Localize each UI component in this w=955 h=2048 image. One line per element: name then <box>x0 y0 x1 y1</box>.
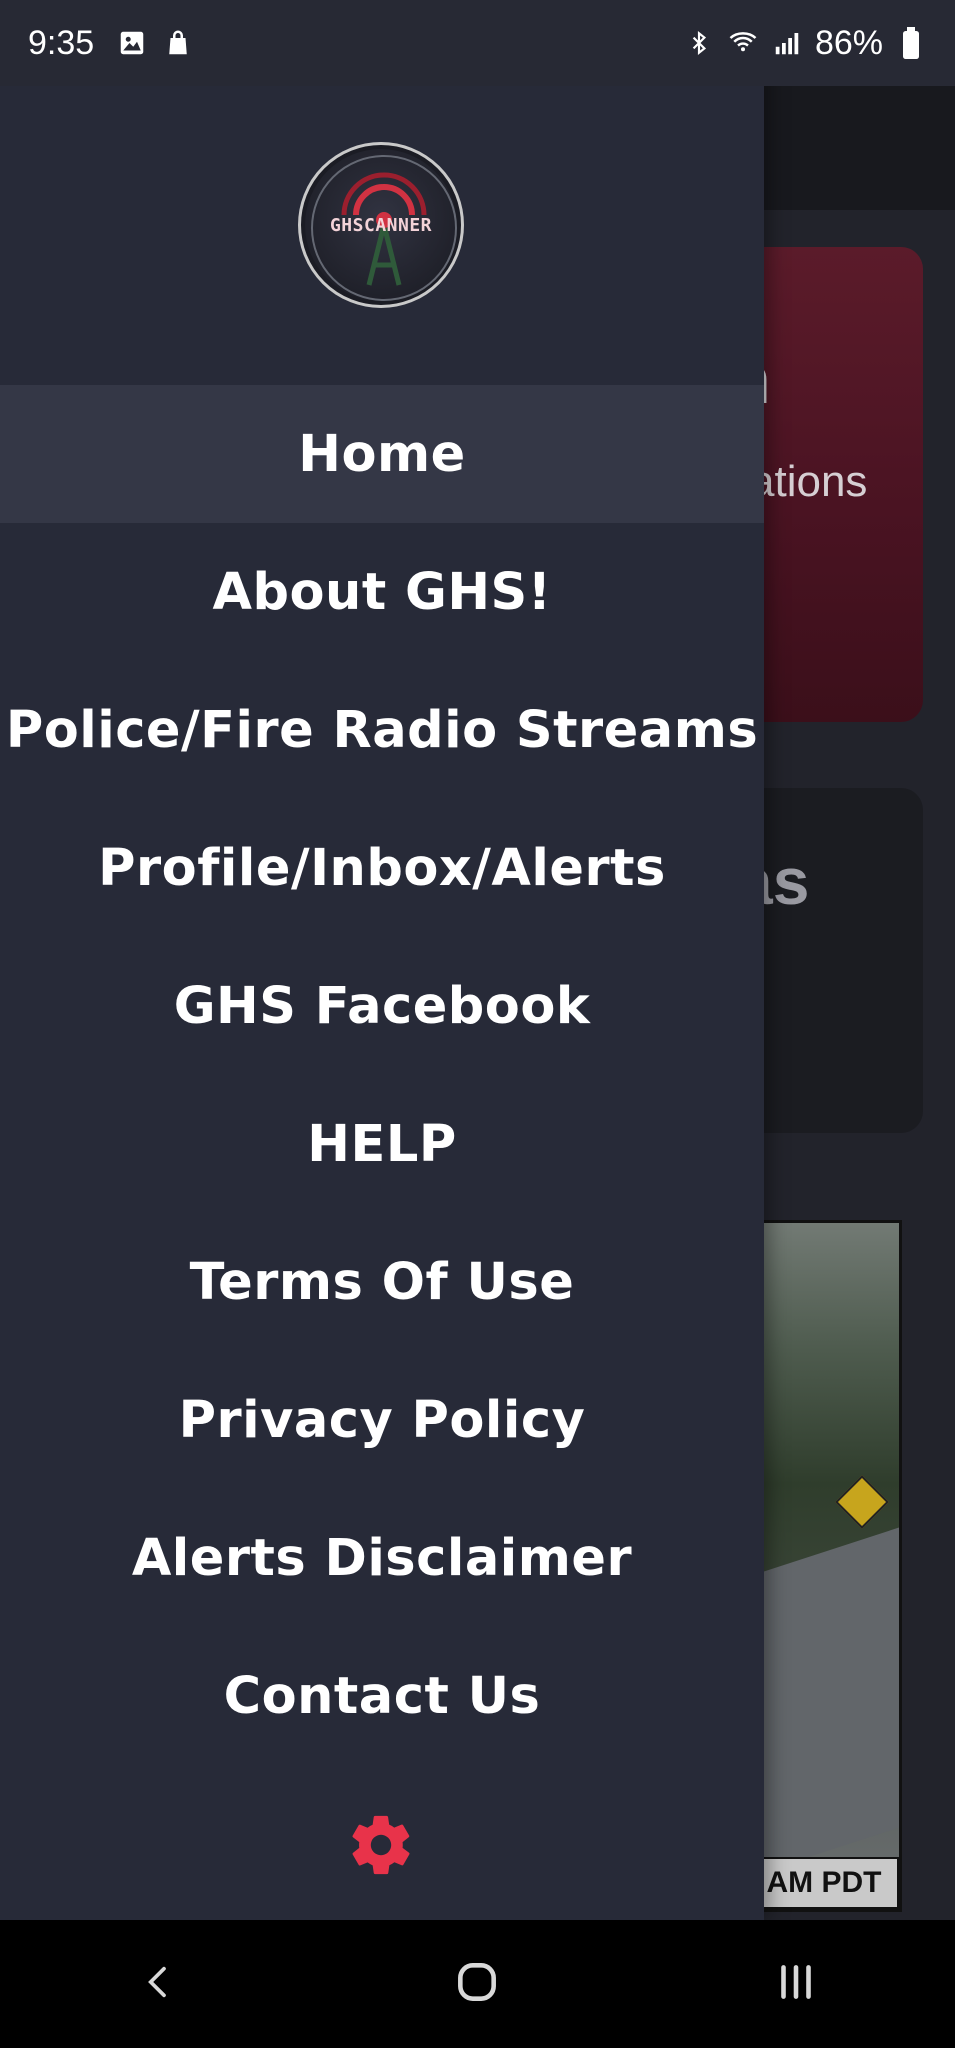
menu-item-facebook[interactable]: GHS Facebook <box>0 937 764 1075</box>
home-circle-icon <box>452 1957 502 2012</box>
menu-item-about[interactable]: About GHS! <box>0 523 764 661</box>
navigation-drawer: GHSCANNER Home About GHS! Police/Fire Ra… <box>0 0 764 1920</box>
settings-button[interactable] <box>346 1812 416 1882</box>
menu-item-privacy[interactable]: Privacy Policy <box>0 1351 764 1489</box>
app-logo: GHSCANNER <box>298 142 464 308</box>
status-right-group: 86% <box>683 24 927 63</box>
camera-timestamp: AM PDT <box>749 1857 899 1909</box>
drawer-menu: Home About GHS! Police/Fire Radio Stream… <box>0 385 764 1765</box>
back-icon <box>139 1957 179 2012</box>
menu-item-profile-inbox-alerts[interactable]: Profile/Inbox/Alerts <box>0 799 764 937</box>
recents-icon <box>771 1957 821 2012</box>
menu-item-terms[interactable]: Terms Of Use <box>0 1213 764 1351</box>
menu-item-alerts-disclaimer[interactable]: Alerts Disclaimer <box>0 1489 764 1627</box>
system-navigation-bar <box>0 1920 955 2048</box>
bluetooth-icon <box>683 27 715 59</box>
battery-icon <box>895 27 927 59</box>
wifi-icon <box>727 27 759 59</box>
logo-text: GHSCANNER <box>329 215 433 236</box>
recents-button[interactable] <box>736 1939 856 2029</box>
gear-icon <box>346 1810 416 1885</box>
bag-icon <box>162 27 194 59</box>
camera-road <box>743 1506 899 1892</box>
app-screen: n cations as e AM PDT 9:35 <box>0 0 955 2048</box>
battery-percentage: 86% <box>814 23 883 62</box>
status-time: 9:35 <box>28 23 95 62</box>
signal-icon <box>771 27 803 59</box>
background-traffic-camera-image[interactable]: AM PDT <box>740 1220 902 1912</box>
menu-item-contact[interactable]: Contact Us <box>0 1627 764 1765</box>
home-button[interactable] <box>417 1939 537 2029</box>
camera-road-sign <box>835 1475 889 1529</box>
back-button[interactable] <box>99 1939 219 2029</box>
menu-item-home[interactable]: Home <box>0 385 764 523</box>
image-icon <box>116 27 148 59</box>
menu-item-radio-streams[interactable]: Police/Fire Radio Streams <box>0 661 764 799</box>
status-bar: 9:35 86% <box>0 0 955 86</box>
menu-item-help[interactable]: HELP <box>0 1075 764 1213</box>
